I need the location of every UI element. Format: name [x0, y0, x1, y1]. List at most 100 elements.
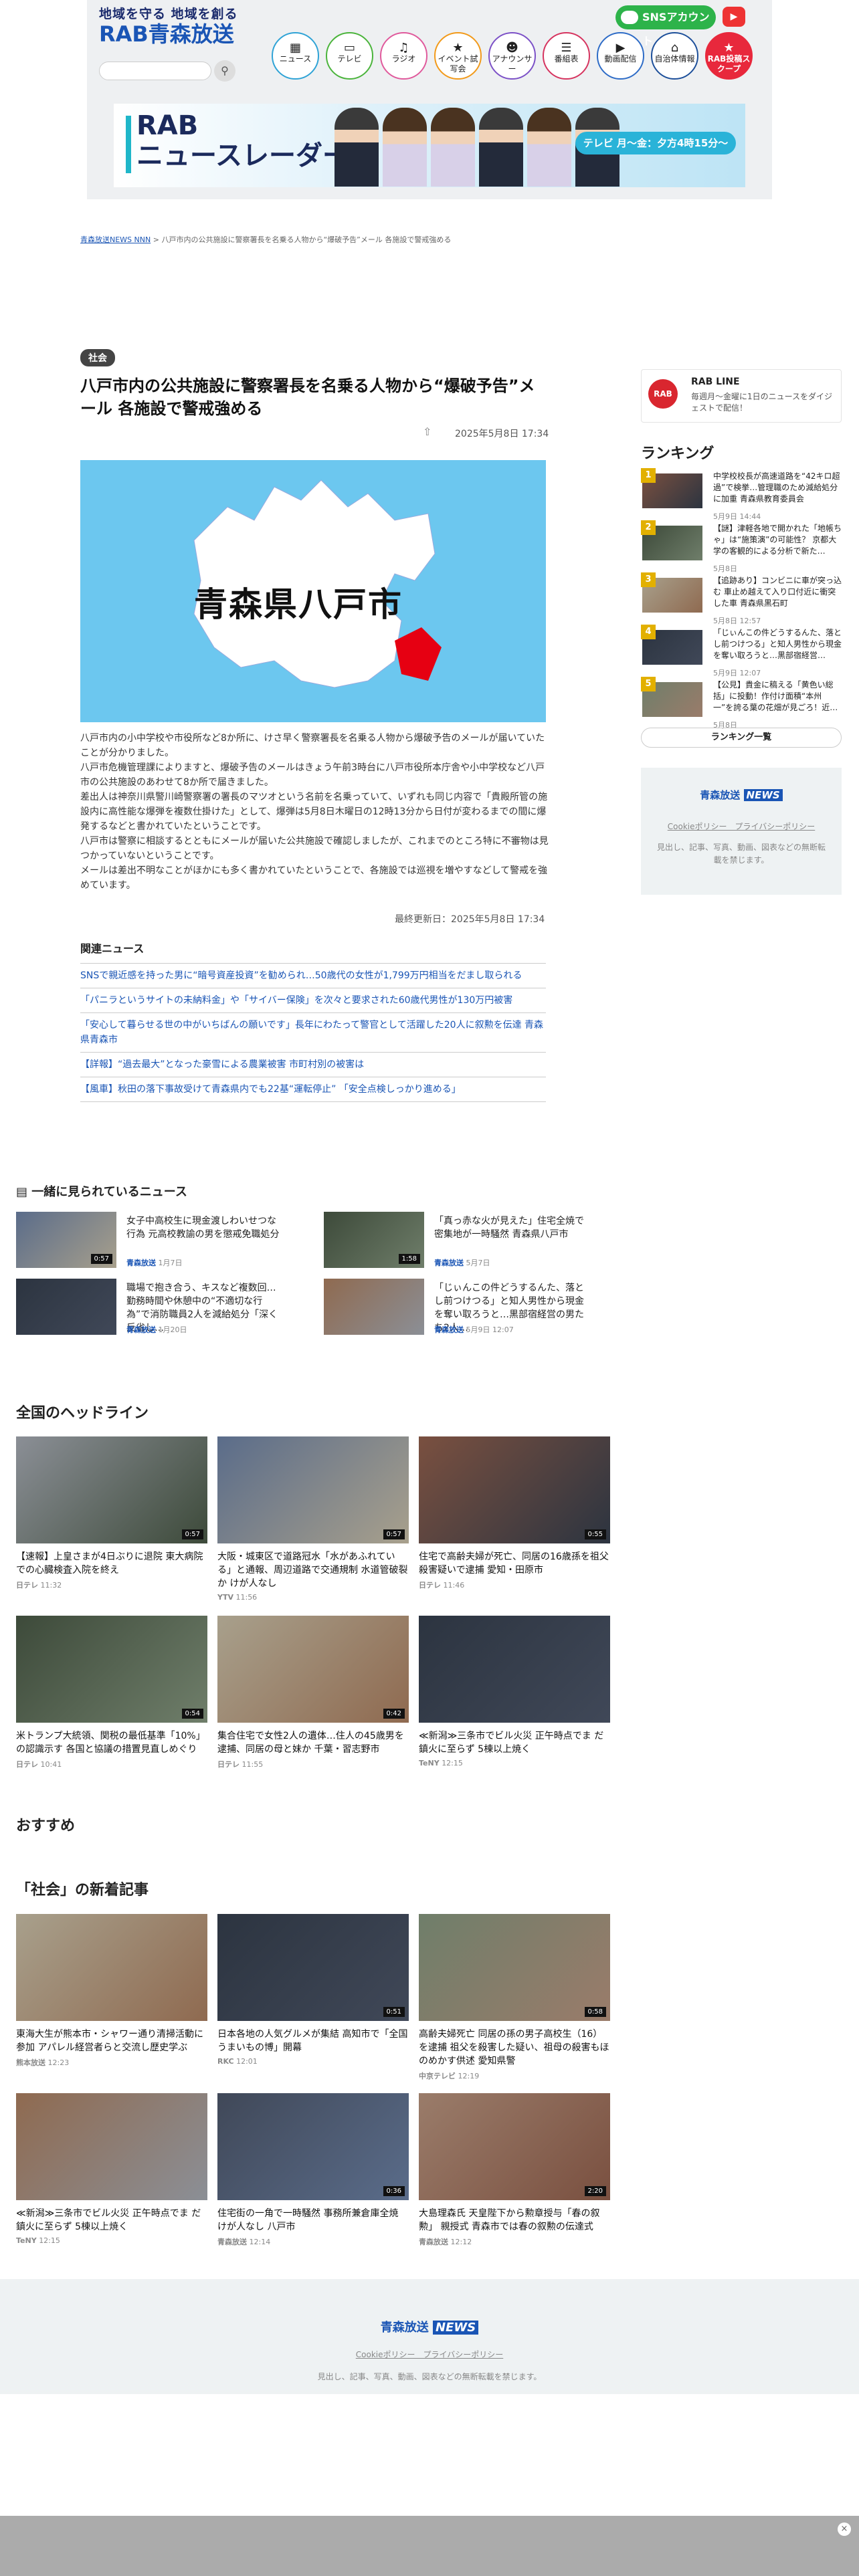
video-duration: 0:54 — [181, 1709, 203, 1719]
hero-caption: 青森県八戸市 — [194, 585, 403, 624]
breadcrumb-current: 八戸市内の公共施設に警察署長を名乗る人物から“爆破予告”メール 各施設で警戒強め… — [161, 235, 452, 244]
nav-item-label: RAB投稿スクープ — [707, 54, 751, 74]
search-icon[interactable]: ⚲ — [214, 60, 235, 82]
ranking-more-button[interactable]: ランキング一覧 — [641, 728, 842, 748]
headlines-card[interactable]: 0:57 大阪・城東区で道路冠水「水があふれている」と通報、周辺道路で交通規制 水… — [217, 1436, 409, 1602]
video-duration: 0:42 — [383, 1709, 405, 1719]
policy-links[interactable]: Cookieポリシー プライバシーポリシー — [0, 2349, 859, 2360]
source-date: 1月20日 — [158, 1325, 187, 1334]
ad-bar[interactable] — [0, 2516, 859, 2576]
card-source: TeNY 12:15 — [419, 1759, 610, 1767]
related-news-link[interactable]: 【風車】秋田の落下事故受けて青森県内でも22基“運転停止” 「安全点検しっかり進… — [80, 1077, 546, 1102]
ranking-item[interactable]: 2 【謎】津軽各地で開かれた「地帳ちゃ」は“施策演”の可能性？ 京都大学の客観的に… — [641, 520, 842, 573]
news-thumbnail: 0:36 — [217, 2093, 409, 2200]
site-logo[interactable]: 地域を守る 地域を創る RAB青森放送 — [99, 4, 266, 48]
breadcrumb: 青森放送NEWS NNN > 八戸市内の公共施設に警察署長を名乗る人物から“爆破… — [80, 234, 451, 245]
policy-links[interactable]: Cookieポリシー プライバシーポリシー — [641, 821, 842, 832]
announcer-icon: ☻ — [506, 41, 518, 55]
updated-date: 最終更新日：2025年5月8日 17:34 — [395, 914, 545, 925]
card-title: 米トランプ大統領、関税の最低基準「10%」の認識示す 各国と協議の措置見直しめぐ… — [16, 1731, 205, 1755]
nav-item-radio[interactable]: ♫ ラジオ — [380, 32, 427, 80]
news-nnn-logo: 青森放送 NEWS — [0, 2318, 859, 2335]
banner-title-line2: ニュースレーダー — [136, 140, 349, 171]
breadcrumb-home-link[interactable]: 青森放送NEWS NNN — [80, 235, 151, 244]
related-news-link[interactable]: SNSで親近感を持った男に“暗号資産投資”を勧められ…50歳代の女性が1,799… — [80, 964, 546, 988]
logo-text: 青森放送 — [380, 2321, 429, 2335]
nav-item-video[interactable]: ▶ 動画配信 — [597, 32, 644, 80]
news-radar-banner[interactable]: RAB ニュースレーダー テレビ 月〜金：夕方4時15分〜 — [114, 104, 745, 187]
source-date: 5月9日 12:07 — [466, 1325, 514, 1334]
social-card[interactable]: 0:36 住宅街の一角で一時騒然 事務所兼倉庫全焼 けが人なし 八戸市 青森放送 1… — [217, 2093, 409, 2247]
headlines-card[interactable]: 0:54 米トランプ大統領、関税の最低基準「10%」の認識示す 各国と協議の措置見… — [16, 1616, 207, 1769]
anchor-figure — [335, 108, 379, 187]
rank-number: 3 — [641, 572, 656, 587]
ranking-item[interactable]: 1 中学校校長が高速道路を“42キロ超過”で検挙…管理職のため減給処分に加重 青森… — [641, 468, 842, 521]
headlines-card[interactable]: 0:42 集合住宅で女性2人の遺体…住人の45歳男を逮捕、同居の母と妹か 千葉・習… — [217, 1616, 409, 1769]
also-read-item[interactable]: 「じぃんこの件どうするんた、落とし前つけつる」と知人男性から現金を奪い取ろうと…… — [324, 1279, 618, 1335]
source-name: 青森放送 — [126, 1259, 156, 1267]
video-duration: 0:57 — [383, 1529, 405, 1539]
tv-icon: ▭ — [343, 41, 355, 55]
social-card[interactable]: 0:51 日本各地の人気グルメが集結 高知市で「全国うまいもの博」開幕 RKC 12… — [217, 1914, 409, 2066]
scoop-icon: ★ — [723, 41, 735, 55]
breadcrumb-separator: > — [153, 235, 159, 244]
youtube-icon[interactable]: ▶ — [723, 7, 745, 27]
ranking-item[interactable]: 4 「じぃんこの件どうするんた、落とし前つけつる」と知人男性から現金を奪い取ろうと… — [641, 625, 842, 677]
category-badge[interactable]: 社会 — [80, 349, 115, 366]
also-read-item[interactable]: 0:57 女子中高校生に現金渡しわいせつな行為 元高校教諭の男を懲戒免職処分 青森放… — [16, 1212, 310, 1268]
nav-item-city[interactable]: ⌂ 自治体情報 — [651, 32, 698, 80]
also-read-source: 青森放送 5月9日 12:07 — [434, 1324, 514, 1335]
rank-number: 2 — [641, 520, 656, 535]
related-news-link[interactable]: 「パニラというサイトの未納料金」や「サイバー保険」を次々と要求された60歳代男性… — [80, 988, 546, 1013]
source-time: 11:55 — [242, 1760, 264, 1769]
related-news-link[interactable]: 「安心して暮らせる世の中がいちばんの願いです」長年にわたって警官として活躍した2… — [80, 1013, 546, 1053]
sns-button[interactable]: SNSアカウント — [615, 5, 716, 47]
also-read-heading: ▤ 一緒に見られているニュース — [16, 1182, 187, 1200]
headlines-card[interactable]: ≪新潟≫三条市でビル火災 正午時点でま だ鎮火に至らず 5棟以上焼く TeNY 1… — [419, 1616, 610, 1767]
source-name: 日テレ — [419, 1581, 441, 1590]
headlines-card[interactable]: 0:55 住宅で高齢夫婦が死亡、同居の16歳孫を祖父殺害疑いで逮捕 愛知・田原市日… — [419, 1436, 610, 1590]
source-date: 1月7日 — [158, 1259, 183, 1267]
source-time: 12:19 — [458, 2072, 480, 2080]
card-source: 青森放送 12:12 — [419, 2236, 610, 2247]
nav-item-news[interactable]: ▦ ニュース — [272, 32, 319, 80]
article-paragraph: メールは差出不明なことがほかにも多く書かれていたということで、各施設では巡視を増… — [80, 865, 548, 891]
video-icon: ▶ — [615, 41, 626, 55]
nav-item-tv[interactable]: ▭ テレビ — [326, 32, 373, 80]
rab-line-card[interactable]: RAB RAB LINE 毎週月〜金曜に1日のニュースをダイジェストで配信！ — [641, 369, 842, 423]
source-name: 青森放送 — [126, 1325, 156, 1334]
card-source: YTV 11:56 — [217, 1593, 409, 1602]
social-card[interactable]: 東海大生が熊本市・シャワー通り清掃活動に参加 アパレル経営者らと交流し歴史学ぶ熊… — [16, 1914, 207, 2068]
site-header: 地域を守る 地域を創る RAB青森放送 ⚲ SNSアカウント ▶ ▦ ニュース ▭ テ… — [87, 0, 772, 199]
article-hero-image: 青森県八戸市 — [80, 460, 546, 722]
related-news-link[interactable]: 【詳報】“過去最大”となった豪雪による農業被害 市町村別の被害は — [80, 1053, 546, 1077]
social-card[interactable]: ≪新潟≫三条市でビル火災 正午時点でま だ鎮火に至らず 5棟以上焼く TeNY 1… — [16, 2093, 207, 2245]
card-title: 日本各地の人気グルメが集結 高知市で「全国うまいもの博」開幕 — [217, 2029, 408, 2053]
source-time: 12:15 — [39, 2236, 60, 2245]
published-date: 2025年5月8日 17:34 — [455, 429, 549, 439]
nav-item-event[interactable]: ★ イベント試写会 — [434, 32, 482, 80]
close-icon[interactable]: × — [838, 2523, 851, 2536]
card-title: 【速報】上皇さまが4日ぶりに退院 東大病院での心臓検査入院を終え — [16, 1551, 203, 1576]
social-card[interactable]: 2:20 大島理森氏 天皇陛下から勲章授与「春の叙勲」 親授式 青森市では春の叙勲… — [419, 2093, 610, 2247]
share-icon[interactable]: ⇧ — [423, 425, 432, 438]
ranking-item[interactable]: 5 【公見】貴金に稿える「黄色い総括」に投動！作付け面積“本州一”を誇る葉の花畑が… — [641, 677, 842, 730]
rank-number: 4 — [641, 625, 656, 639]
nav-item-schedule[interactable]: ☰ 番組表 — [543, 32, 590, 80]
source-name: 日テレ — [16, 1760, 38, 1769]
logo-badge: NEWS — [743, 789, 783, 801]
rab-line-subtitle: 毎週月〜金曜に1日のニュースをダイジェストで配信！ — [691, 392, 833, 413]
recommend-heading: おすすめ — [16, 1818, 76, 1834]
also-read-item[interactable]: 1:58 「真っ赤な火が見えた」住宅全焼で密集地が一時騒然 青森県八戸市 青森放送 … — [324, 1212, 618, 1268]
nav-item-scoop[interactable]: ★ RAB投稿スクープ — [705, 32, 753, 80]
ranking-heading: ランキング — [641, 445, 714, 462]
social-card[interactable]: 0:58 高齢夫婦死亡 同居の孫の男子高校生（16）を逮捕 祖父を殺害した疑い、祖… — [419, 1914, 610, 2081]
headlines-card[interactable]: 0:57 【速報】上皇さまが4日ぶりに退院 東大病院での心臓検査入院を終え 日テレ … — [16, 1436, 207, 1590]
logo-text: 青森放送 — [700, 789, 741, 801]
rank-number: 1 — [641, 468, 656, 483]
ranking-item[interactable]: 3 【追跡あり】コンビニに車が突っ込む 車止め越えて入り口付近に衝突した車 青森県… — [641, 572, 842, 625]
nav-item-announcer[interactable]: ☻ アナウンサー — [488, 32, 536, 80]
also-read-item[interactable]: 職場で抱き合う、キスなど複数回…勤務時間や休憩中の“不適切な行為”で消防職員2人… — [16, 1279, 310, 1335]
search-input[interactable] — [99, 62, 211, 80]
city-icon: ⌂ — [670, 41, 679, 55]
